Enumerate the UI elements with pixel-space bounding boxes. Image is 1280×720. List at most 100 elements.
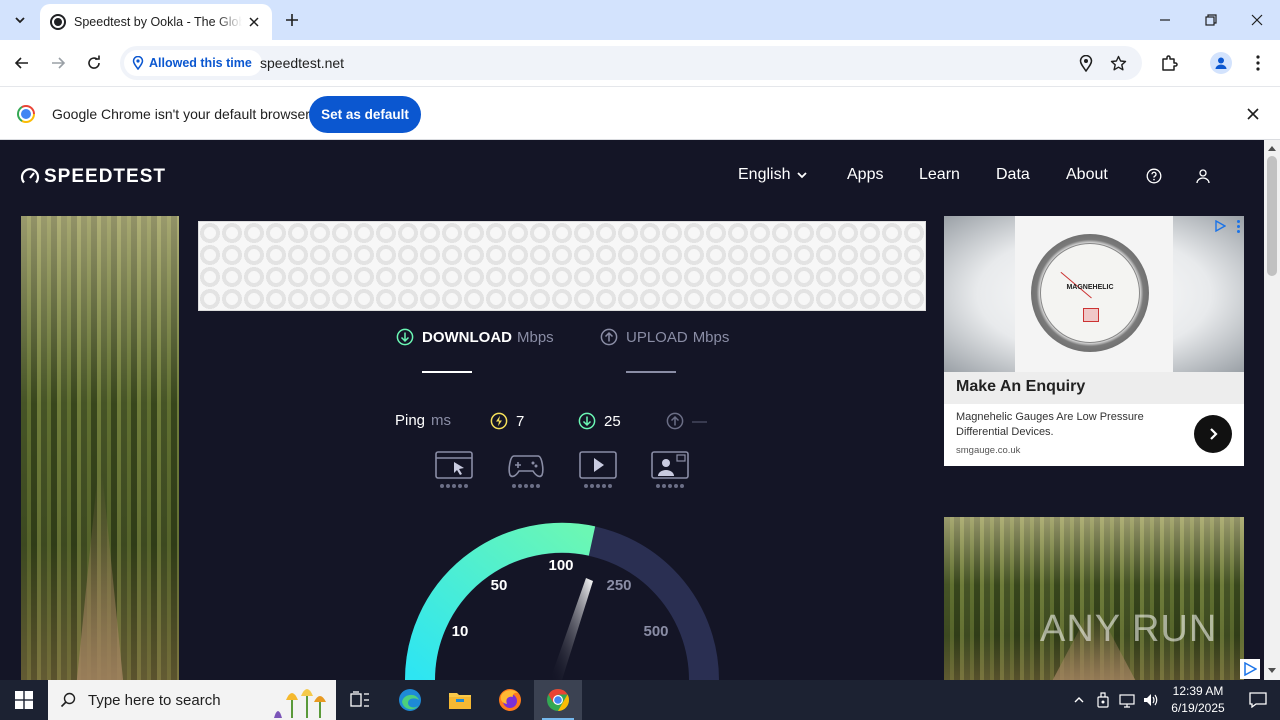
start-button[interactable] [0,680,48,720]
reload-icon [88,55,100,69]
close-icon [249,17,259,27]
language-label: English [738,166,791,183]
nav-learn-link[interactable]: Learn [919,166,960,184]
volume-button[interactable] [1140,680,1162,720]
firefox-taskbar-app[interactable] [486,680,534,720]
nav-about-link[interactable]: About [1066,166,1108,184]
network-icon [1119,694,1135,708]
menu-kebab-icon[interactable] [1247,52,1269,74]
profile-avatar-icon[interactable] [1210,52,1232,74]
upload-tab[interactable]: UPLOAD Mbps [600,328,729,346]
tab-close-button[interactable] [246,14,262,30]
restore-button[interactable] [1197,6,1225,34]
upload-arrow-icon [666,412,684,430]
scroll-down-arrow-icon[interactable] [1268,668,1276,673]
watermark-text: ANY RUN [1040,608,1218,650]
speedtest-logo[interactable]: SPEEDTEST [20,166,166,188]
site-permission-chip[interactable]: Allowed this time [124,50,262,76]
plus-icon [286,14,298,26]
speaker-icon [1144,694,1158,706]
edge-taskbar-app[interactable] [386,680,434,720]
gamepad-icon [508,455,544,478]
ping-idle: 7 [490,412,524,430]
reload-button[interactable] [82,51,106,75]
new-tab-button[interactable] [282,10,302,30]
scroll-thumb[interactable] [1267,156,1277,276]
clock-date: 6/19/2025 [1171,701,1225,715]
ping-download-value: 25 [604,412,621,430]
nav-apps-link[interactable]: Apps [847,166,883,184]
ping-upload: — [666,412,707,430]
user-account-icon[interactable] [1194,167,1212,185]
video-streaming-activity[interactable] [578,450,618,490]
network-status-icon[interactable] [1116,680,1138,720]
bookmark-star-icon[interactable] [1109,54,1127,72]
gaming-activity[interactable] [506,450,546,490]
chrome-logo-icon [17,105,35,123]
folder-icon [449,693,471,709]
help-icon[interactable] [1145,167,1163,185]
download-tab[interactable]: DOWNLOAD Mbps [396,328,554,346]
page-scrollbar[interactable] [1264,140,1280,680]
windows-taskbar: Type here to search 12:39 AM 6/19/2025 [0,680,1280,720]
close-window-button[interactable] [1243,6,1271,34]
taskbar-search[interactable]: Type here to search [48,680,336,720]
infobar-message: Google Chrome isn't your default browser [52,106,310,122]
tab-search-button[interactable] [8,8,32,32]
ad-image: MAGNEHELIC [944,216,1244,372]
video-chat-activity[interactable] [650,450,690,490]
download-unit: Mbps [517,328,554,346]
arrow-left-icon [14,57,28,69]
gauge-label-500: 500 [643,623,668,640]
minimize-button[interactable] [1151,6,1179,34]
taskbar-clock[interactable]: 12:39 AM 6/19/2025 [1160,683,1236,717]
ad-domain: smgauge.co.uk [956,445,1021,456]
ad-headline[interactable]: Make An Enquiry [944,372,1244,404]
file-explorer-taskbar-app[interactable] [436,680,484,720]
upload-label: UPLOAD [626,328,688,346]
minimize-icon [1160,19,1170,21]
forward-button[interactable] [46,51,70,75]
set-as-default-button[interactable]: Set as default [309,96,421,133]
adchoices-icon[interactable] [1214,220,1226,232]
chevron-down-icon [797,172,808,179]
ad-body-text: Magnehelic Gauges Are Low Pressure Diffe… [956,411,1144,438]
browser-tab-speedtest[interactable]: Speedtest by Ookla - The Global Broadban… [40,4,272,40]
download-label: DOWNLOAD [422,328,512,346]
extensions-puzzle-icon[interactable] [1158,52,1180,74]
adchoices-corner-icon[interactable] [1240,659,1260,679]
scroll-up-arrow-icon[interactable] [1268,146,1276,151]
location-indicator-icon[interactable] [1077,54,1095,72]
ad-options-icon[interactable] [1237,220,1240,233]
upload-unit: Mbps [692,328,730,346]
nav-data-link[interactable]: Data [996,166,1030,184]
restore-icon [1205,14,1217,26]
speedtest-page: SPEEDTEST English Apps Learn Data About … [0,140,1264,680]
tab-strip: Speedtest by Ookla - The Global Broadban… [0,0,1280,40]
language-selector[interactable]: English [738,166,808,184]
show-hidden-icons-button[interactable] [1068,680,1090,720]
browsing-activity[interactable] [434,450,474,490]
notification-center-button[interactable] [1236,680,1280,720]
tray-device-icon[interactable] [1092,680,1114,720]
right-display-ad[interactable]: MAGNEHELIC Make An Enquiry Magnehelic Ga… [944,216,1244,466]
back-button[interactable] [10,51,34,75]
chrome-taskbar-app[interactable] [534,680,582,720]
clock-time: 12:39 AM [1172,684,1224,698]
arrow-right-icon [52,57,66,69]
task-view-button[interactable] [336,680,384,720]
address-bar[interactable]: Allowed this time speedtest.net [120,46,1142,80]
infobar-close-button[interactable] [1244,105,1262,123]
logo-text: SPEEDTEST [44,166,166,187]
right-forest-ad[interactable] [944,517,1244,680]
ping-label: Ping [395,412,426,429]
url-text[interactable]: speedtest.net [260,55,344,71]
speedometer-logo-icon [20,168,40,184]
top-banner-ad[interactable] [198,221,926,311]
ad-cta-button[interactable] [1194,415,1232,453]
latency-bolt-icon [490,412,508,430]
location-pin-icon [132,56,144,70]
left-forest-ad[interactable] [21,216,179,680]
gauge-label-250: 250 [606,577,631,594]
edge-icon [399,689,421,711]
